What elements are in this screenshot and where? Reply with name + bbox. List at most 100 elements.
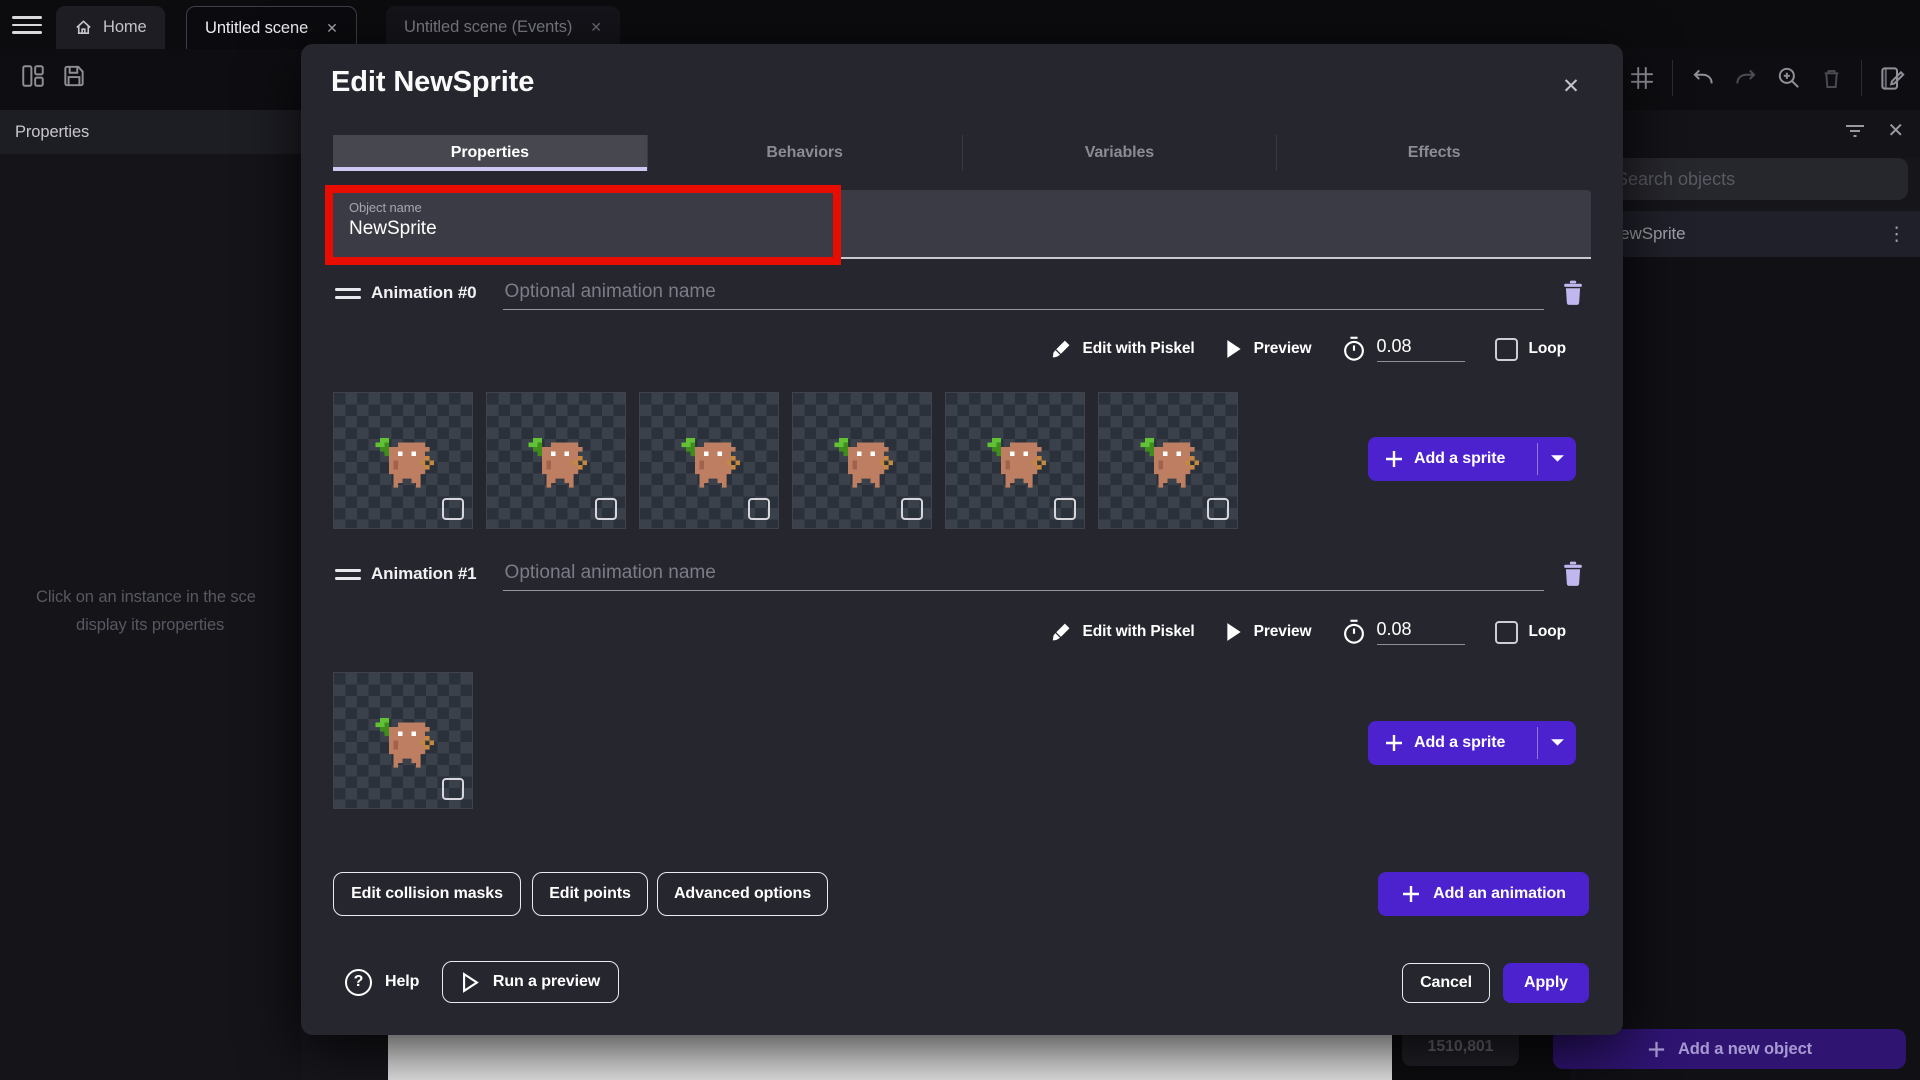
objects-panel-header-icons: ✕	[1843, 118, 1904, 143]
close-tab-icon[interactable]: ✕	[590, 19, 602, 36]
delete-animation-button[interactable]	[1558, 559, 1588, 589]
object-name-label: Object name	[349, 200, 1575, 215]
apply-button[interactable]: Apply	[1503, 963, 1589, 1003]
add-an-animation-button[interactable]: Add an animation	[1378, 872, 1589, 916]
tab-scene-label: Untitled scene	[205, 19, 308, 38]
trash-icon	[1561, 280, 1585, 306]
undo-icon[interactable]	[1690, 65, 1716, 91]
object-item-menu-icon[interactable]: ⋮	[1887, 223, 1920, 246]
frame-checkbox[interactable]	[748, 498, 770, 520]
brush-icon	[1051, 622, 1072, 643]
tab-behaviors[interactable]: Behaviors	[647, 135, 962, 171]
sprite-frame-image	[983, 438, 1046, 488]
delete-icon[interactable]	[1819, 66, 1844, 91]
plus-icon	[1384, 449, 1404, 469]
tab-variables[interactable]: Variables	[962, 135, 1277, 171]
redo-icon[interactable]	[1733, 65, 1759, 91]
preview-button[interactable]: Preview	[1225, 339, 1312, 359]
edit-points-button[interactable]: Edit points	[532, 872, 648, 916]
add-sprite-button[interactable]: Add a sprite	[1368, 721, 1576, 765]
edit-scene-properties-icon[interactable]	[1879, 65, 1906, 92]
filter-icon[interactable]	[1843, 119, 1867, 143]
play-icon	[1225, 622, 1243, 642]
cancel-button[interactable]: Cancel	[1402, 963, 1490, 1003]
tab-untitled-scene[interactable]: Untitled scene ✕	[186, 6, 357, 49]
add-new-object-button[interactable]: Add a new object	[1553, 1029, 1906, 1069]
sprite-frame[interactable]	[792, 392, 932, 529]
edit-collision-masks-button[interactable]: Edit collision masks	[333, 872, 521, 916]
properties-hint-line2: display its properties	[76, 616, 224, 635]
zoom-in-icon[interactable]	[1776, 65, 1802, 91]
frame-checkbox[interactable]	[442, 778, 464, 800]
sprite-frame[interactable]	[639, 392, 779, 529]
close-tab-icon[interactable]: ✕	[326, 20, 338, 37]
plus-icon	[1401, 884, 1421, 904]
close-panel-icon[interactable]: ✕	[1887, 118, 1904, 143]
run-a-preview-button[interactable]: Run a preview	[442, 961, 619, 1003]
save-icon[interactable]	[61, 63, 87, 89]
frame-checkbox[interactable]	[901, 498, 923, 520]
grid-icon[interactable]	[1629, 65, 1655, 91]
button-divider	[1537, 727, 1538, 759]
trash-icon	[1561, 561, 1585, 587]
tab-home[interactable]: Home	[56, 6, 165, 49]
search-objects-input[interactable]	[1598, 158, 1908, 200]
advanced-options-button[interactable]: Advanced options	[657, 872, 828, 916]
sprite-frame-image	[677, 438, 740, 488]
frame-checkbox[interactable]	[442, 498, 464, 520]
add-sprite-label: Add a sprite	[1414, 734, 1505, 752]
object-name-input[interactable]	[349, 218, 1575, 240]
sprite-frame[interactable]	[333, 672, 473, 809]
chevron-down-icon[interactable]	[1550, 738, 1565, 748]
edit-with-piskel-button[interactable]: Edit with Piskel	[1051, 339, 1195, 360]
sprite-frame[interactable]	[1098, 392, 1238, 529]
frame-checkbox[interactable]	[1207, 498, 1229, 520]
time-between-frames-field[interactable]	[1342, 336, 1465, 362]
animation-1-header: Animation #1	[335, 557, 1588, 591]
frame-checkbox[interactable]	[595, 498, 617, 520]
sprite-frame[interactable]	[945, 392, 1085, 529]
tab-properties[interactable]: Properties	[333, 135, 647, 171]
animation-1-frames	[333, 672, 473, 809]
loop-checkbox[interactable]	[1495, 338, 1518, 361]
tab-effects[interactable]: Effects	[1276, 135, 1591, 171]
tab-untitled-scene-events[interactable]: Untitled scene (Events) ✕	[386, 6, 620, 49]
timer-icon	[1342, 336, 1366, 362]
scene-toolbar	[1586, 55, 1906, 101]
main-menu-icon[interactable]	[12, 14, 42, 36]
help-button[interactable]: ? Help	[345, 962, 419, 1002]
loop-toggle: Loop	[1495, 621, 1566, 644]
loop-checkbox[interactable]	[1495, 621, 1518, 644]
panels-layout-icon[interactable]	[20, 63, 46, 89]
sprite-frame-image	[830, 438, 893, 488]
close-dialog-icon[interactable]: ✕	[1553, 68, 1589, 104]
frame-time-input[interactable]	[1377, 336, 1465, 362]
chevron-down-icon[interactable]	[1550, 454, 1565, 464]
sprite-frame[interactable]	[333, 392, 473, 529]
preview-label: Preview	[1254, 340, 1312, 358]
gdevelop-app: Home Untitled scene ✕ Untitled scene (Ev…	[0, 0, 1920, 1080]
animation-title: Animation #1	[371, 564, 477, 584]
plus-icon	[1384, 733, 1404, 753]
frame-time-input[interactable]	[1377, 619, 1465, 645]
sprite-frame[interactable]	[486, 392, 626, 529]
preview-button[interactable]: Preview	[1225, 622, 1312, 642]
frame-checkbox[interactable]	[1054, 498, 1076, 520]
object-name-field[interactable]: Object name	[333, 190, 1591, 259]
scene-canvas[interactable]	[388, 1035, 1392, 1080]
add-sprite-label: Add a sprite	[1414, 450, 1505, 468]
run-a-preview-label: Run a preview	[493, 973, 600, 991]
delete-animation-button[interactable]	[1558, 278, 1588, 308]
home-icon	[74, 18, 93, 37]
drag-handle-icon[interactable]	[335, 288, 361, 299]
help-icon: ?	[345, 969, 372, 996]
time-between-frames-field[interactable]	[1342, 619, 1465, 645]
edit-with-piskel-label: Edit with Piskel	[1083, 340, 1195, 358]
drag-handle-icon[interactable]	[335, 569, 361, 580]
animation-name-input[interactable]	[503, 277, 1544, 310]
edit-with-piskel-button[interactable]: Edit with Piskel	[1051, 622, 1195, 643]
add-sprite-button[interactable]: Add a sprite	[1368, 437, 1576, 481]
animation-name-input[interactable]	[503, 558, 1544, 591]
play-outline-icon	[461, 972, 480, 993]
object-list-item[interactable]: NewSprite ⋮	[1590, 211, 1920, 257]
